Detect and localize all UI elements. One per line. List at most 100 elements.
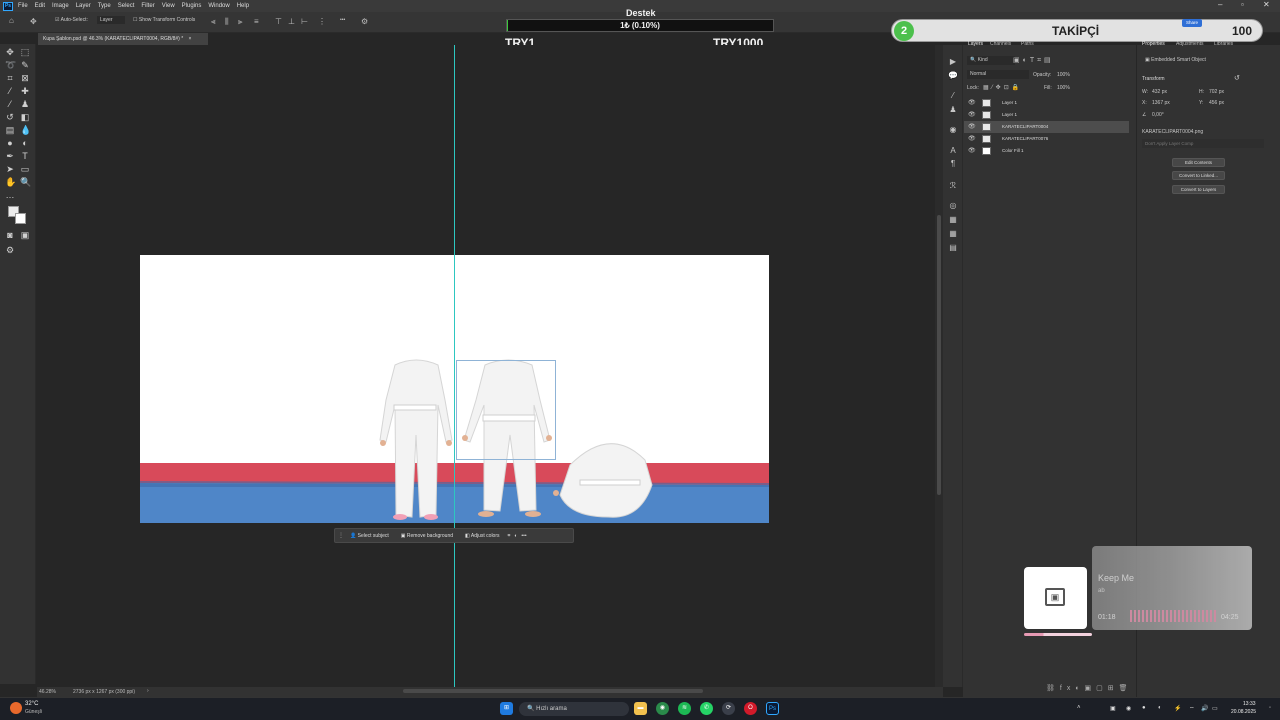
tab-layers[interactable]: Layers xyxy=(968,41,983,47)
fill-value[interactable]: 100% xyxy=(1057,85,1070,91)
screen-mode-icon[interactable]: ▣ xyxy=(20,230,30,240)
hand-tool-icon[interactable]: ✋ xyxy=(5,177,16,187)
drag-handle-icon[interactable]: ⋮ xyxy=(338,532,344,539)
stamp-tool-icon[interactable]: ♟ xyxy=(20,99,30,109)
marquee-tool-icon[interactable]: ⬚ xyxy=(20,47,30,57)
gradients-icon[interactable]: ▤ xyxy=(948,243,958,253)
frame-tool-icon[interactable]: ⊠ xyxy=(20,73,30,83)
menu-file[interactable]: File xyxy=(18,3,28,9)
layer-comp-dropdown[interactable]: Don't Apply Layer Comp xyxy=(1142,139,1264,148)
background-color-swatch[interactable] xyxy=(15,213,26,224)
layer-row[interactable]: 👁 Layer 1 xyxy=(964,97,1129,109)
edit-contents-button[interactable]: Edit Contents xyxy=(1172,158,1225,167)
visibility-eye-icon[interactable]: 👁 xyxy=(968,111,976,118)
y-value[interactable]: 456 px xyxy=(1209,100,1224,106)
adjust-colors-button[interactable]: ◧ Adjust colors xyxy=(465,533,499,539)
menu-type[interactable]: Type xyxy=(98,3,111,9)
gradient-tool-icon[interactable]: ▤ xyxy=(5,125,15,135)
adjustment-icon[interactable]: ◐ xyxy=(514,533,517,539)
blur-tool-icon[interactable]: 💧 xyxy=(20,125,31,135)
tab-channels[interactable]: Channels xyxy=(990,41,1011,47)
character-icon[interactable]: A xyxy=(948,146,958,156)
battery-icon[interactable]: ▭ xyxy=(1212,705,1218,712)
play-icon[interactable]: ▶ xyxy=(948,57,958,67)
rectangle-tool-icon[interactable]: ▭ xyxy=(20,164,30,174)
minimize-icon[interactable]: – xyxy=(1218,0,1222,9)
crop-tool-icon[interactable]: ⌗ xyxy=(5,73,15,83)
visibility-eye-icon[interactable]: 👁 xyxy=(968,99,976,106)
tray-chevron-icon[interactable]: ˄ xyxy=(1077,705,1081,711)
align-center-icon[interactable]: ⫼ xyxy=(225,17,229,27)
tray-app-icon[interactable]: ● xyxy=(1142,705,1146,711)
app-icon[interactable]: ⟳ xyxy=(722,702,735,715)
visibility-eye-icon[interactable]: 👁 xyxy=(968,135,976,142)
close-icon[interactable]: ✕ xyxy=(1263,0,1270,9)
remove-background-button[interactable]: ▣ Remove background xyxy=(401,533,453,539)
chrome-icon[interactable]: ◉ xyxy=(656,702,669,715)
layer-row[interactable]: 👁 Color Fill 1 xyxy=(964,145,1129,157)
convert-to-layers-button[interactable]: Convert to Layers xyxy=(1172,185,1225,194)
distribute-vertical-icon[interactable]: ⋮ xyxy=(318,17,326,27)
horizontal-scroll-thumb[interactable] xyxy=(403,689,703,693)
canvas-area[interactable]: ⋮ 👤 Select subject ▣ Remove background ◧… xyxy=(37,45,935,687)
align-middle-icon[interactable]: ⊥ xyxy=(288,17,295,27)
dodge-tool-icon[interactable]: ● xyxy=(5,138,15,148)
brush-tool-icon[interactable]: ⁄ xyxy=(5,99,15,109)
vertical-guide[interactable] xyxy=(454,45,455,687)
menu-select[interactable]: Select xyxy=(118,3,135,9)
width-value[interactable]: 432 px xyxy=(1152,89,1167,95)
layer-filter-icons[interactable]: ▣◐T⌗▤ xyxy=(1013,56,1054,65)
angle-value[interactable]: 0,00° xyxy=(1152,112,1164,118)
maximize-icon[interactable]: ▫ xyxy=(1241,0,1244,9)
visibility-eye-icon[interactable]: 👁 xyxy=(968,147,976,154)
swatches-icon[interactable]: ▦ xyxy=(948,215,958,225)
opacity-value[interactable]: 100% xyxy=(1057,72,1070,78)
taskbar-search[interactable]: 🔍 Hızlı arama xyxy=(519,702,629,716)
move-tool-icon[interactable]: ✥ xyxy=(30,17,37,27)
transform-icon[interactable]: ⌗ xyxy=(508,533,511,539)
tab-paths[interactable]: Paths xyxy=(1021,41,1034,47)
align-bottom-icon[interactable]: ⊢ xyxy=(301,17,308,27)
more-options-button[interactable]: ••• xyxy=(340,17,345,23)
menu-layer[interactable]: Layer xyxy=(76,3,91,9)
convert-to-linked-button[interactable]: Convert to Linked... xyxy=(1172,171,1225,180)
layer-row[interactable]: 👁 KARATECLIPART0076 xyxy=(964,133,1129,145)
whatsapp-icon[interactable]: ✆ xyxy=(700,702,713,715)
blend-mode-dropdown[interactable]: Normal xyxy=(967,70,1029,79)
history-brush-icon[interactable]: ↺ xyxy=(5,112,15,122)
tab-close-icon[interactable]: × xyxy=(189,36,192,42)
clone-source-icon[interactable]: ♟ xyxy=(948,105,958,115)
status-menu-icon[interactable]: › xyxy=(147,688,149,694)
more-tools-icon[interactable]: … xyxy=(5,190,15,200)
comment-icon[interactable]: 💬 xyxy=(948,71,958,81)
type-tool-icon[interactable]: T xyxy=(20,151,30,161)
tray-app-icon[interactable]: ⚡ xyxy=(1174,705,1181,712)
lock-icons[interactable]: ▦⁄✥⊡🔒 xyxy=(983,84,1022,91)
transform-controls-checkbox[interactable]: ☐ Show Transform Controls xyxy=(133,17,195,23)
pen-tool-icon[interactable]: ✒ xyxy=(5,151,15,161)
weather-temperature[interactable]: 32°C xyxy=(25,701,38,707)
paragraph-icon[interactable]: ¶ xyxy=(948,159,958,169)
auto-select-checkbox[interactable]: ☑ Auto-Select: xyxy=(55,17,88,23)
align-left-icon[interactable]: ⫷ xyxy=(211,17,216,27)
vertical-scroll-thumb[interactable] xyxy=(937,215,941,495)
menu-image[interactable]: Image xyxy=(52,3,69,9)
windows-start-icon[interactable]: ⊞ xyxy=(500,702,513,715)
menu-edit[interactable]: Edit xyxy=(35,3,45,9)
vertical-scrollbar[interactable] xyxy=(935,45,943,687)
layer-filter-kind[interactable]: 🔍 Kind xyxy=(967,56,1015,65)
volume-icon[interactable]: 🔊 xyxy=(1201,705,1208,712)
glyphs-icon[interactable]: ℛ xyxy=(948,181,958,191)
eyedropper-icon[interactable]: ⁄ xyxy=(5,86,15,96)
tab-libraries[interactable]: Libraries xyxy=(1214,41,1233,47)
wifi-icon[interactable]: ⌔ xyxy=(1189,705,1195,713)
menu-help[interactable]: Help xyxy=(237,3,249,9)
learn-icon[interactable]: ◉ xyxy=(948,125,958,135)
smudge-tool-icon[interactable]: ◐ xyxy=(20,138,30,148)
opera-icon[interactable]: O xyxy=(744,702,757,715)
color-icon[interactable]: ◎ xyxy=(948,201,958,211)
align-top-icon[interactable]: ⊤ xyxy=(275,17,282,27)
tab-properties[interactable]: Properties xyxy=(1142,41,1165,47)
layer-actions-icons[interactable]: ⛓fx◐▣▢⊞🗑 xyxy=(1046,684,1133,692)
zoom-tool-icon[interactable]: 🔍 xyxy=(20,177,31,187)
